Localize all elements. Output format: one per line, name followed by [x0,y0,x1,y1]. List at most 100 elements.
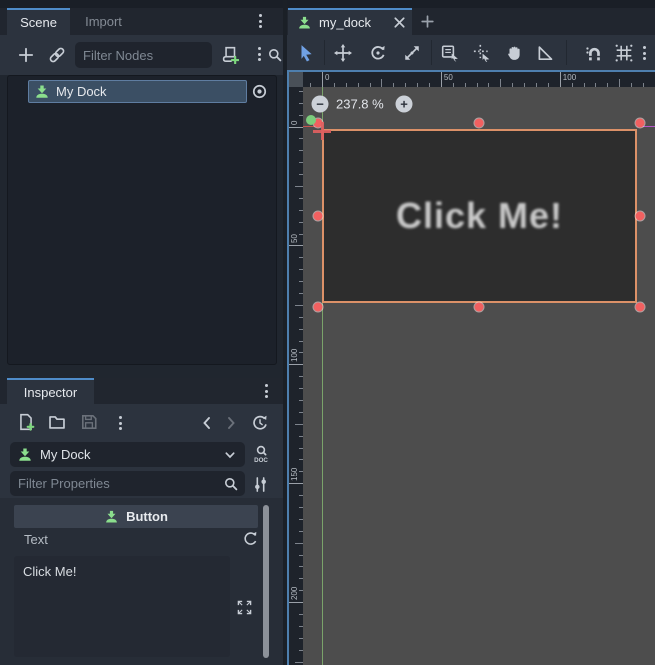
anchor-dot[interactable] [306,115,316,125]
scale-tool-icon[interactable] [403,44,421,62]
ruler-tick [381,79,382,87]
ruler-tick [295,186,303,187]
scene-toolbar-menu-icon[interactable] [258,47,261,61]
ruler-tick [619,79,620,87]
filter-properties-input[interactable] [10,476,223,491]
property-text-value-field[interactable]: Click Me! [14,556,230,657]
zoom-in-button[interactable]: + [396,96,413,113]
selection-handle[interactable] [636,303,645,312]
new-scene-tab-icon[interactable] [419,13,436,30]
search-icon [267,47,283,63]
h-ruler-label: 0 [325,74,329,82]
inspector-properties-panel: Button Text Click Me! [0,498,283,665]
scene-tabs-top-strip [287,0,655,8]
ruler-major-tick [289,127,303,128]
ruler-tool-icon[interactable] [536,44,554,62]
selection-handle[interactable] [475,119,484,128]
v-ruler-label: 200 [291,587,299,600]
ruler-major-tick [322,72,323,87]
expand-textarea-icon[interactable] [237,600,252,615]
filter-properties-box [10,471,245,496]
selection-handle[interactable] [314,303,323,312]
toolbar-separator [431,40,432,65]
attach-script-button[interactable] [221,46,239,64]
scene-dock-top-strip [0,0,283,8]
selection-handle[interactable] [314,212,323,221]
scene-tree-panel: My Dock [7,75,277,365]
ruler-tick [500,79,501,87]
save-resource-icon[interactable] [80,413,98,431]
v-ruler-label: 0 [291,120,299,124]
tab-my-dock-scene[interactable]: my_dock [288,8,412,35]
scene-tab-label: my_dock [319,15,371,30]
button-node-icon [17,447,33,463]
main-viewport-region: my_dock 0 50 100 0 50 100 150 200 Click Me! − … [287,0,655,665]
zoom-out-button[interactable]: − [312,96,329,113]
position-crosshair [321,122,324,140]
inspector-dock-menu-icon[interactable] [265,384,268,398]
resource-extra-menu-icon[interactable] [119,416,122,430]
property-text-value: Click Me! [23,564,76,579]
load-resource-folder-icon[interactable] [48,413,66,431]
open-docs-icon[interactable]: DOC [251,444,271,464]
edit-history-icon[interactable] [251,414,269,432]
history-forward-icon[interactable] [223,415,239,431]
new-resource-icon[interactable] [17,413,35,431]
inspector-scrollbar[interactable] [263,505,269,658]
zoom-in-glyph: + [400,98,408,111]
scene-tree-row-my-dock[interactable]: My Dock [28,80,247,103]
ruler-major-tick [560,72,561,87]
pan-tool-icon[interactable] [505,44,523,62]
smart-snap-icon[interactable] [585,44,603,62]
list-select-tool-icon[interactable] [441,44,459,62]
ruler-major-tick [441,72,442,87]
visibility-eye-icon[interactable] [251,83,268,100]
select-tool-icon[interactable] [297,44,315,62]
inspected-node-dropdown[interactable]: My Dock [10,442,245,467]
add-node-button[interactable] [17,46,35,64]
left-dock: Scene Import My Dock Inspector My Dock D… [0,0,283,665]
tab-scene-label: Scene [20,15,57,30]
ruler-tick [295,305,303,306]
rotate-tool-icon[interactable] [369,44,387,62]
tab-import[interactable]: Import [70,8,137,35]
h-ruler-label: 100 [563,74,576,82]
ruler-major-tick [289,364,303,365]
snapping-options-menu-icon[interactable] [643,46,646,60]
v-ruler-label: 150 [291,468,299,481]
property-filter-options-icon[interactable] [252,476,269,493]
selection-handle[interactable] [636,212,645,221]
grid-snap-icon[interactable] [615,44,633,62]
inspected-node-name: My Dock [40,447,222,462]
canvas-button-node[interactable]: Click Me! [322,129,637,303]
search-icon [223,476,239,492]
svg-text:DOC: DOC [254,457,268,464]
button-node-icon [34,84,50,100]
button-node-icon [297,15,312,30]
horizontal-ruler: 050100 [303,72,655,87]
scene-dock-menu-icon[interactable] [259,14,262,28]
selection-handle[interactable] [636,119,645,128]
revert-property-icon[interactable] [242,530,259,547]
tab-scene[interactable]: Scene [7,8,70,35]
tab-inspector[interactable]: Inspector [7,378,94,404]
chevron-down-icon [222,447,238,463]
section-header-button[interactable]: Button [14,505,258,528]
instance-scene-button[interactable] [48,46,66,64]
zoom-percentage[interactable]: 237.8 % [336,97,384,112]
vertical-ruler: 0 50 100 150 200 [289,87,303,665]
move-tool-icon[interactable] [334,44,352,62]
edit-pivot-tool-icon[interactable] [473,44,491,62]
ruler-major-tick [289,483,303,484]
selection-handle[interactable] [475,303,484,312]
ruler-major-tick [289,245,303,246]
toolbar-separator [566,40,567,65]
v-ruler-label: 100 [291,349,299,362]
close-tab-icon[interactable] [392,15,407,30]
history-back-icon[interactable] [199,415,215,431]
canvas-2d[interactable]: Click Me! − 237.8 % + [303,87,655,665]
toolbar-separator [324,40,325,65]
v-ruler-label: 50 [291,234,299,243]
filter-nodes-box [75,42,212,68]
ruler-tick [295,543,303,544]
